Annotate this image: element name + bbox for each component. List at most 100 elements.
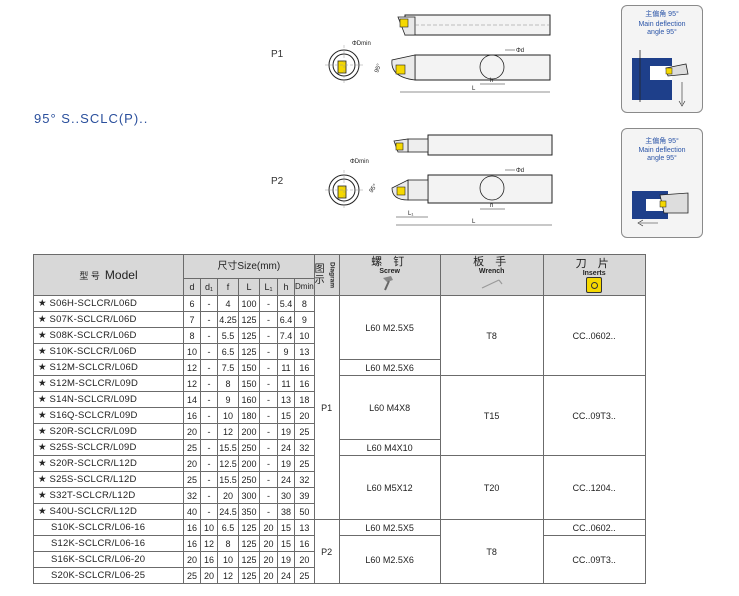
size-cell: 13	[294, 343, 315, 360]
size-cell: -	[259, 343, 278, 360]
model-cell: ★ S10K-SCLCR/L06D	[33, 343, 184, 360]
size-cell: 10	[183, 343, 201, 360]
size-cell: -	[200, 359, 218, 376]
size-cell: 16	[183, 407, 201, 424]
angle-box-1: 主偏角 95° Main deflection angle 95°	[621, 5, 703, 113]
size-cell: 125	[238, 567, 260, 584]
size-cell: 125	[238, 551, 260, 568]
size-cell: 20	[200, 567, 218, 584]
d-label-1: Φd	[516, 48, 524, 54]
size-cell: 19	[277, 423, 295, 440]
header-diagram-cn: 图示	[314, 263, 325, 286]
wrench-cell: T20	[439, 455, 544, 520]
size-cell: -	[259, 487, 278, 504]
size-cell: 24	[277, 471, 295, 488]
screw-cell: L60 M2.5X5	[338, 519, 441, 536]
col-L: L	[238, 278, 260, 296]
L1-label: L₁	[408, 211, 413, 217]
size-cell: 6.5	[217, 343, 239, 360]
size-cell: -	[259, 391, 278, 408]
size-cell: 25	[294, 455, 315, 472]
size-cell: 16	[200, 551, 218, 568]
wrench-cell: T15	[439, 375, 544, 456]
size-cell: 250	[238, 439, 260, 456]
model-cell: ★ S06H-SCLCR/L06D	[33, 295, 184, 312]
size-cell: 10	[217, 407, 239, 424]
insert-icon	[586, 276, 603, 293]
spec-table: 型 号 Model 尺寸Size(mm) 图示 Diagram 螺 钉 Scre…	[33, 254, 646, 584]
size-cell: 24.5	[217, 503, 239, 520]
model-cell: ★ S08K-SCLCR/L06D	[33, 327, 184, 344]
size-cell: 150	[238, 375, 260, 392]
model-cell: S10K-SCLCR/L06-16	[33, 519, 184, 536]
size-cell: 15.5	[217, 471, 239, 488]
angle-label-2: 95°	[369, 183, 379, 194]
size-cell: 4	[217, 295, 239, 312]
model-cell: ★ S25S-SCLCR/L09D	[33, 439, 184, 456]
size-cell: -	[259, 439, 278, 456]
size-cell: 39	[294, 487, 315, 504]
header-model-cn: 型 号	[79, 270, 100, 281]
angle-box-2-cn: 主偏角 95°	[645, 138, 679, 145]
L-label-1: L	[472, 86, 476, 92]
size-cell: 16	[294, 535, 315, 552]
header-diagram-en: Diagram	[328, 261, 336, 288]
size-cell: 15	[277, 519, 295, 536]
insert-cell: CC..09T3..	[542, 535, 646, 584]
table-row: S10K-SCLCR/L06-16 16 10 6.5 125 20 15 13 P2 L60 M…	[33, 519, 646, 584]
header-size: 尺寸Size(mm)	[183, 254, 315, 279]
size-cell: 30	[277, 487, 295, 504]
header-inserts-en: Inserts	[582, 269, 606, 277]
size-cell: 200	[238, 455, 260, 472]
model-cell: ★ S32T-SCLCR/L12D	[33, 487, 184, 504]
col-h: h	[277, 278, 295, 296]
size-cell: 350	[238, 503, 260, 520]
col-d: d	[183, 278, 201, 296]
size-cell: 24	[277, 439, 295, 456]
size-cell: 12	[217, 567, 239, 584]
size-cell: 12	[183, 375, 201, 392]
header-inserts-cn: 刀 片	[575, 257, 613, 270]
size-cell: 5.5	[217, 327, 239, 344]
col-dmin: Dmin	[294, 278, 315, 296]
table-row: S12K-SCLCR/L06-16 16 12 8 125 20 15 16 L60 M2.5X…	[33, 535, 646, 584]
size-cell: 20	[294, 551, 315, 568]
size-cell: 19	[277, 455, 295, 472]
size-cell: 125	[238, 311, 260, 328]
size-cell: 14	[183, 391, 201, 408]
angle-box-1-en2: angle 95°	[647, 29, 677, 36]
size-cell: 25	[183, 567, 201, 584]
model-cell: S20K-SCLCR/L06-25	[33, 567, 184, 584]
size-cell: 10	[200, 519, 218, 536]
size-cell: 7	[183, 311, 201, 328]
model-cell: ★ S12M-SCLCR/L09D	[33, 375, 184, 392]
screw-cell: L60 M2.5X6	[338, 535, 441, 584]
size-cell: -	[259, 407, 278, 424]
col-L1: L₁	[259, 278, 278, 296]
size-cell: 7.4	[277, 327, 295, 344]
size-cell: 25	[294, 567, 315, 584]
size-cell: 8	[217, 535, 239, 552]
size-cell: -	[200, 407, 218, 424]
screw-icon	[382, 275, 393, 290]
col-d1: d₁	[200, 278, 218, 296]
size-cell: 20	[259, 551, 278, 568]
size-cell: 16	[183, 519, 201, 536]
header-screw: 螺 钉 Screw	[338, 254, 441, 296]
dmin-label-2: ΦDmin	[350, 159, 369, 165]
size-cell: 25	[294, 423, 315, 440]
model-cell: ★ S25S-SCLCR/L12D	[33, 471, 184, 488]
table-row: ★ S20R-SCLCR/L12D 20-12.5 200-19 25 L60 M5X1…	[33, 455, 646, 520]
size-cell: 100	[238, 295, 260, 312]
size-cell: 11	[277, 359, 295, 376]
size-cell: 125	[238, 343, 260, 360]
col-f: f	[217, 278, 239, 296]
p2-drawing: ΦDmin Φd 95° h L₁ L	[325, 134, 553, 226]
screw-cell: L60 M2.5X6	[338, 359, 441, 376]
size-cell: 300	[238, 487, 260, 504]
size-cell: -	[200, 295, 218, 312]
diagram-cell: P2	[313, 519, 340, 584]
size-cell: 8	[183, 327, 201, 344]
size-cell: 200	[238, 423, 260, 440]
size-cell: -	[200, 455, 218, 472]
